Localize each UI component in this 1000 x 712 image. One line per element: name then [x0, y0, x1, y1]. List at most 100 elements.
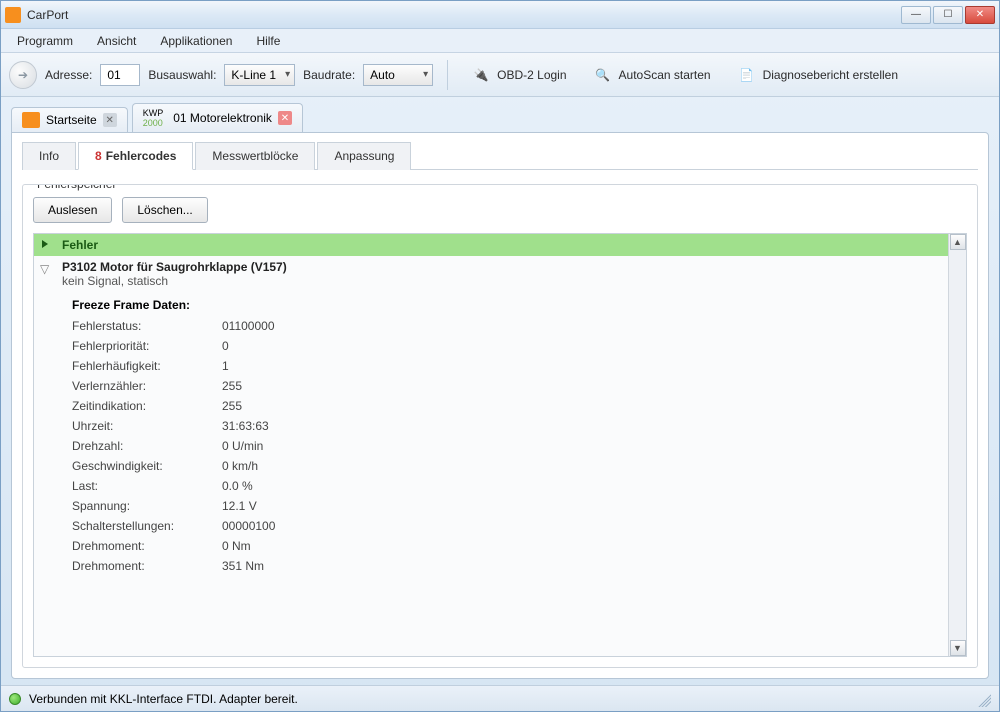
freeze-frame-value: 0.0 % — [222, 476, 253, 496]
freeze-frame-label: Drehzahl: — [72, 436, 222, 456]
connection-status-icon — [9, 693, 21, 705]
freeze-frame-label: Fehlerstatus: — [72, 316, 222, 336]
freeze-frame-row: Drehmoment:351 Nm — [72, 556, 940, 576]
content-panel: Info 8Fehlercodes Messwertblöcke Anpassu… — [11, 132, 989, 679]
obd-login-button[interactable]: 🔌 OBD-2 Login — [462, 60, 575, 90]
tab-anpassung[interactable]: Anpassung — [317, 142, 411, 170]
freeze-frame-label: Drehmoment: — [72, 536, 222, 556]
window-title: CarPort — [27, 8, 68, 22]
fault-section-header: Fehler — [34, 234, 948, 256]
menu-programm[interactable]: Programm — [7, 31, 83, 51]
minimize-button[interactable]: — — [901, 6, 931, 24]
freeze-frame-row: Fehlerpriorität:0 — [72, 336, 940, 356]
freeze-frame-header: Freeze Frame Daten: — [72, 298, 940, 312]
freeze-frame-label: Verlernzähler: — [72, 376, 222, 396]
fehlerspeicher-group: Fehlerspeicher Auslesen Löschen... Fehle… — [22, 184, 978, 668]
tab-startseite[interactable]: Startseite ✕ — [11, 107, 128, 132]
freeze-frame-value: 0 km/h — [222, 456, 258, 476]
bus-label: Busauswahl: — [148, 68, 216, 82]
freeze-frame-value: 0 Nm — [222, 536, 251, 556]
separator — [447, 60, 448, 90]
baud-label: Baudrate: — [303, 68, 355, 82]
freeze-frame-label: Schalterstellungen: — [72, 516, 222, 536]
app-icon — [5, 7, 21, 23]
adresse-label: Adresse: — [45, 68, 92, 82]
titlebar: CarPort — ☐ ✕ — [1, 1, 999, 29]
freeze-frame-label: Drehmoment: — [72, 556, 222, 576]
freeze-frame-row: Verlernzähler:255 — [72, 376, 940, 396]
tab-startseite-label: Startseite — [46, 113, 97, 127]
freeze-frame-label: Zeitindikation: — [72, 396, 222, 416]
fault-count-badge: 8 — [95, 149, 102, 163]
scroll-down-icon[interactable]: ▼ — [950, 640, 966, 656]
expand-icon — [42, 240, 48, 248]
bus-select[interactable]: K-Line 1 — [224, 64, 295, 86]
tab-motorelektronik-label: 01 Motorelektronik — [173, 111, 272, 125]
report-icon: 📄 — [737, 65, 757, 85]
fault-result-scroll[interactable]: Fehler ▽ P3102 Motor für Saugrohrklappe … — [34, 234, 948, 656]
collapse-icon[interactable]: ▽ — [40, 262, 49, 276]
close-tab-icon[interactable]: ✕ — [103, 113, 117, 127]
freeze-frame-row: Zeitindikation:255 — [72, 396, 940, 416]
fault-entry: ▽ P3102 Motor für Saugrohrklappe (V157) … — [34, 256, 948, 584]
home-icon — [22, 112, 40, 128]
toolbar: ➔ Adresse: Busauswahl: K-Line 1 Baudrate… — [1, 53, 999, 97]
inner-tabs: Info 8Fehlercodes Messwertblöcke Anpassu… — [22, 141, 978, 170]
scroll-up-icon[interactable]: ▲ — [950, 234, 966, 250]
freeze-frame-value: 0 U/min — [222, 436, 263, 456]
freeze-frame-value: 351 Nm — [222, 556, 264, 576]
close-tab-icon[interactable]: ✕ — [278, 111, 292, 125]
freeze-frame-label: Spannung: — [72, 496, 222, 516]
menu-applikationen[interactable]: Applikationen — [150, 31, 242, 51]
freeze-frame-row: Fehlerstatus:01100000 — [72, 316, 940, 336]
freeze-frame-row: Last:0.0 % — [72, 476, 940, 496]
tab-messwertbloecke[interactable]: Messwertblöcke — [195, 142, 315, 170]
app-window: CarPort — ☐ ✕ Programm Ansicht Applikati… — [0, 0, 1000, 712]
obd-icon: 🔌 — [471, 65, 491, 85]
statusbar: Verbunden mit KKL-Interface FTDI. Adapte… — [1, 685, 999, 711]
freeze-frame-value: 12.1 V — [222, 496, 257, 516]
fault-result-box: Fehler ▽ P3102 Motor für Saugrohrklappe … — [33, 233, 967, 657]
maximize-button[interactable]: ☐ — [933, 6, 963, 24]
page-tabs: Startseite ✕ KWP 2000 01 Motorelektronik… — [1, 97, 999, 132]
menubar: Programm Ansicht Applikationen Hilfe — [1, 29, 999, 53]
adresse-input[interactable] — [100, 64, 140, 86]
freeze-frame-value: 255 — [222, 376, 242, 396]
fault-subtitle: kein Signal, statisch — [62, 274, 940, 288]
fault-title: P3102 Motor für Saugrohrklappe (V157) — [62, 260, 940, 274]
freeze-frame-label: Fehlerhäufigkeit: — [72, 356, 222, 376]
baud-select[interactable]: Auto — [363, 64, 433, 86]
freeze-frame-row: Schalterstellungen:00000100 — [72, 516, 940, 536]
freeze-frame-value: 31:63:63 — [222, 416, 269, 436]
kwp-icon: KWP 2000 — [143, 108, 164, 128]
freeze-frame-value: 0 — [222, 336, 229, 356]
close-button[interactable]: ✕ — [965, 6, 995, 24]
menu-hilfe[interactable]: Hilfe — [246, 31, 290, 51]
autoscan-icon: 🔍 — [593, 65, 613, 85]
freeze-frame-row: Fehlerhäufigkeit:1 — [72, 356, 940, 376]
autoscan-button[interactable]: 🔍 AutoScan starten — [584, 60, 720, 90]
tab-motorelektronik[interactable]: KWP 2000 01 Motorelektronik ✕ — [132, 103, 303, 132]
report-button[interactable]: 📄 Diagnosebericht erstellen — [728, 60, 907, 90]
freeze-frame-value: 01100000 — [222, 316, 275, 336]
resize-grip[interactable] — [975, 691, 991, 707]
tab-fehlercodes[interactable]: 8Fehlercodes — [78, 142, 193, 170]
freeze-frame-label: Geschwindigkeit: — [72, 456, 222, 476]
freeze-frame-label: Fehlerpriorität: — [72, 336, 222, 356]
freeze-frame-row: Drehmoment:0 Nm — [72, 536, 940, 556]
freeze-frame-label: Last: — [72, 476, 222, 496]
auslesen-button[interactable]: Auslesen — [33, 197, 112, 223]
freeze-frame-row: Geschwindigkeit:0 km/h — [72, 456, 940, 476]
menu-ansicht[interactable]: Ansicht — [87, 31, 146, 51]
freeze-frame-value: 255 — [222, 396, 242, 416]
loeschen-button[interactable]: Löschen... — [122, 197, 207, 223]
group-legend: Fehlerspeicher — [33, 184, 120, 191]
back-icon[interactable]: ➔ — [9, 61, 37, 89]
vertical-scrollbar[interactable]: ▲ ▼ — [948, 234, 966, 656]
freeze-frame-row: Drehzahl:0 U/min — [72, 436, 940, 456]
freeze-frame-label: Uhrzeit: — [72, 416, 222, 436]
status-text: Verbunden mit KKL-Interface FTDI. Adapte… — [29, 692, 298, 706]
freeze-frame-value: 1 — [222, 356, 229, 376]
freeze-frame-row: Uhrzeit:31:63:63 — [72, 416, 940, 436]
tab-info[interactable]: Info — [22, 142, 76, 170]
